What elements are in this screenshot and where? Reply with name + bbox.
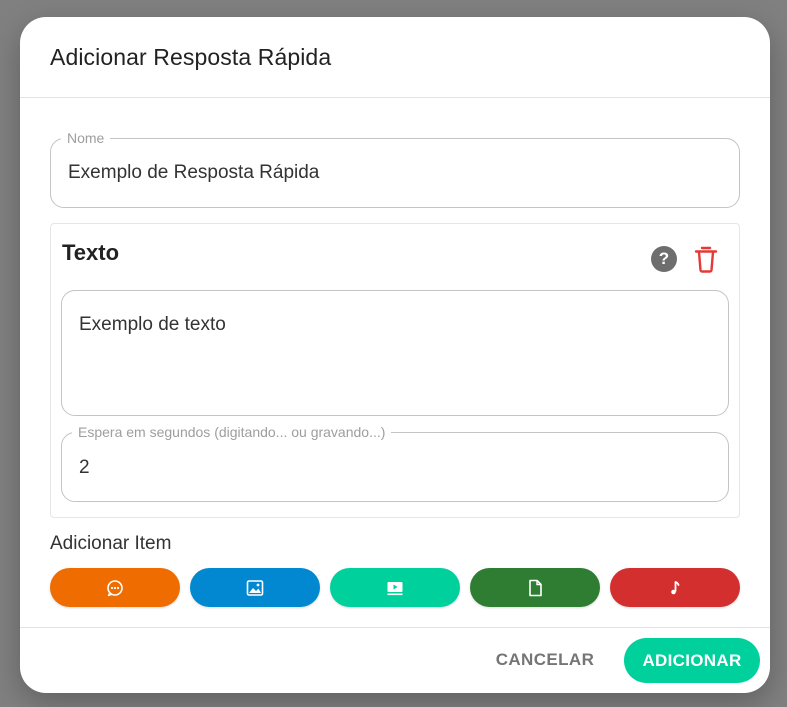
dialog-title: Adicionar Resposta Rápida bbox=[50, 43, 332, 70]
image-icon bbox=[246, 579, 264, 596]
add-button[interactable]: ADICIONAR bbox=[624, 638, 760, 683]
wait-seconds-label: Espera em segundos (digitando... ou grav… bbox=[72, 424, 392, 440]
name-field[interactable]: Nome Exemplo de Resposta Rápida bbox=[50, 130, 740, 208]
wait-seconds-field[interactable]: Espera em segundos (digitando... ou grav… bbox=[61, 424, 729, 502]
document-icon bbox=[529, 579, 542, 596]
dialog-content: Nome Exemplo de Resposta Rápida Texto ? … bbox=[20, 98, 770, 627]
add-quick-reply-dialog: Adicionar Resposta Rápida Nome Exemplo d… bbox=[20, 17, 770, 693]
name-field-label: Nome bbox=[61, 130, 111, 146]
add-image-item-button[interactable] bbox=[190, 568, 320, 607]
name-field-value[interactable]: Exemplo de Resposta Rápida bbox=[68, 162, 319, 184]
cancel-button[interactable]: CANCELAR bbox=[490, 639, 600, 681]
message-textarea[interactable]: Exemplo de texto bbox=[61, 290, 729, 416]
help-icon[interactable]: ? bbox=[651, 246, 677, 272]
add-audio-item-button[interactable] bbox=[610, 568, 740, 607]
dialog-footer: CANCELAR ADICIONAR bbox=[20, 627, 770, 693]
video-icon bbox=[387, 581, 403, 595]
text-card-title: Texto bbox=[62, 240, 120, 265]
chat-bubble-icon bbox=[107, 579, 123, 596]
music-note-icon bbox=[671, 580, 680, 594]
add-video-item-button[interactable] bbox=[330, 568, 460, 607]
message-value[interactable]: Exemplo de texto bbox=[79, 314, 226, 336]
add-document-item-button[interactable] bbox=[470, 568, 600, 607]
trash-icon[interactable] bbox=[693, 245, 719, 273]
add-text-item-button[interactable] bbox=[50, 568, 180, 607]
wait-seconds-value[interactable]: 2 bbox=[79, 457, 90, 479]
add-item-label: Adicionar Item bbox=[50, 533, 172, 554]
dialog-header: Adicionar Resposta Rápida bbox=[20, 17, 770, 98]
text-item-card: Texto ? Exemplo de texto Espera em segun… bbox=[50, 223, 740, 518]
